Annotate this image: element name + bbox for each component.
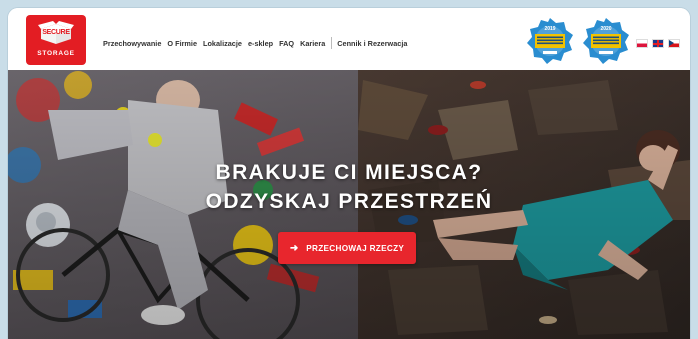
hero-title-line1: BRAKUJE CI MIEJSCA? — [215, 161, 483, 184]
badge1-year: 2019 — [544, 26, 555, 32]
nav-item-przechowywanie[interactable]: Przechowywanie — [103, 39, 161, 48]
nav-item-faq[interactable]: FAQ — [279, 39, 294, 48]
hero-section: BRAKUJE CI MIEJSCA? ODZYSKAJ PRZESTRZEŃ … — [8, 70, 690, 339]
language-switcher — [636, 39, 684, 48]
award-badge-icon[interactable]: 2019 — [526, 17, 574, 65]
logo-wordmark: SECURE — [42, 29, 70, 36]
nav-item-o-firmie[interactable]: O Firmie — [167, 39, 197, 48]
arrow-right-icon: ➜ — [289, 242, 299, 254]
secure-storage-logo[interactable]: SECURE STORAGE — [26, 15, 86, 65]
badge2-year: 2020 — [600, 26, 611, 32]
nav-item-cennik-rezerwacja[interactable]: Cennik i Rezerwacja — [337, 39, 407, 48]
main-navigation: Przechowywanie O Firmie Lokalizacje e-sk… — [103, 36, 413, 50]
nav-item-lokalizacje[interactable]: Lokalizacje — [203, 39, 242, 48]
nav-item-e-sklep[interactable]: e-sklep — [248, 39, 273, 48]
logo-subtext: STORAGE — [37, 50, 75, 57]
site-header: SECURE STORAGE Przechowywanie O Firmie L… — [8, 8, 690, 71]
hero-headline: BRAKUJE CI MIEJSCA? ODZYSKAJ PRZESTRZEŃ — [8, 158, 690, 216]
browser-frame: SECURE STORAGE Przechowywanie O Firmie L… — [8, 8, 690, 339]
cta-label: PRZECHOWAJ RZECZY — [306, 243, 405, 253]
award-badge-icon[interactable]: 2020 — [582, 17, 630, 65]
nav-divider — [331, 37, 333, 49]
flag-pl-icon[interactable] — [636, 39, 648, 48]
flag-cz-icon[interactable] — [668, 39, 680, 48]
flag-en-icon[interactable] — [652, 39, 664, 48]
store-items-button[interactable]: ➜ PRZECHOWAJ RZECZY — [278, 232, 416, 264]
hero-title-line2: ODZYSKAJ PRZESTRZEŃ — [205, 190, 493, 213]
nav-item-kariera[interactable]: Kariera — [300, 39, 325, 48]
